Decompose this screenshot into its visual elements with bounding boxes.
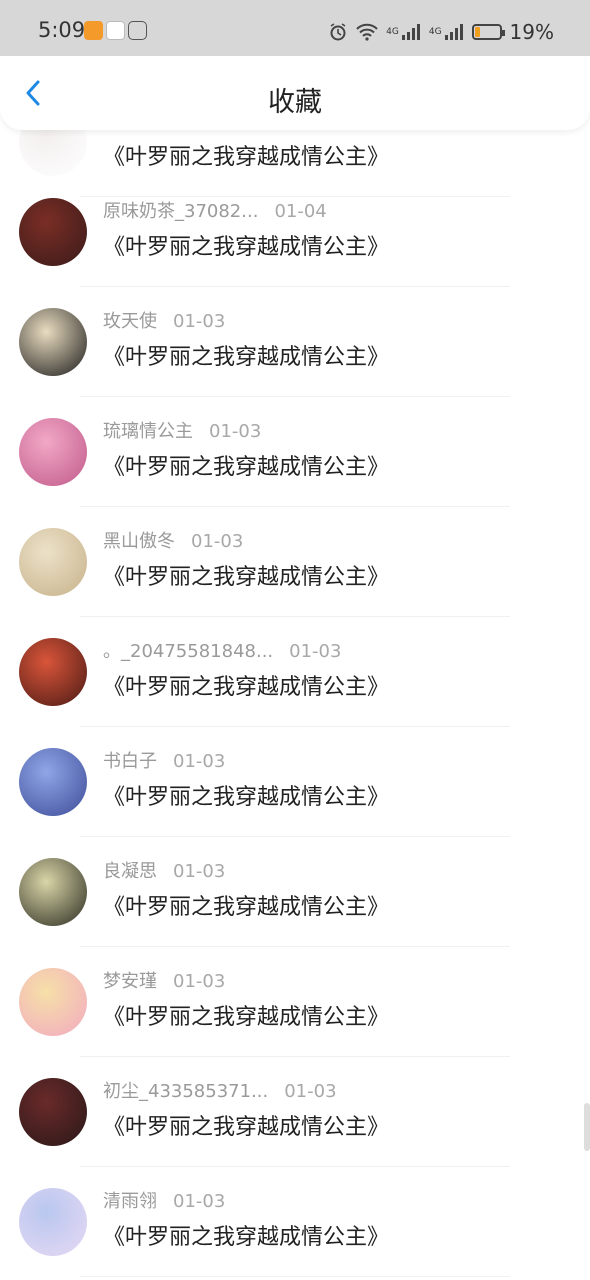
video-app-icon — [84, 21, 103, 40]
username[interactable]: 玫天使 — [103, 311, 157, 332]
notification-icons — [84, 21, 147, 40]
list-item[interactable]: 初尘_433585371... 01-03 《叶罗丽之我穿越成情公主》 — [0, 1057, 590, 1167]
username[interactable]: 琉璃情公主 — [103, 421, 193, 442]
list-item[interactable]: 梦安瑾 01-03 《叶罗丽之我穿越成情公主》 — [0, 947, 590, 1057]
scrollbar[interactable] — [584, 1103, 590, 1151]
date: 01-03 — [289, 641, 342, 662]
username[interactable]: 书白子 — [103, 751, 157, 772]
username[interactable]: 梦安瑾 — [103, 971, 157, 992]
avatar[interactable] — [19, 308, 87, 376]
username[interactable]: 良凝思 — [103, 861, 157, 882]
list-item[interactable]: 良凝思 01-03 《叶罗丽之我穿越成情公主》 — [0, 837, 590, 947]
item-meta: 。_20475581848... 01-03 — [103, 637, 341, 663]
app-header: 收藏 — [0, 56, 590, 130]
date: 01-03 — [173, 311, 226, 332]
book-title[interactable]: 《叶罗丽之我穿越成情公主》 — [103, 669, 389, 701]
status-bar: 5:09 4G 4G 19% — [0, 0, 590, 62]
list-item[interactable]: 书白子 01-03 《叶罗丽之我穿越成情公主》 — [0, 727, 590, 837]
list-item[interactable]: 原味奶茶_37082... 01-04 《叶罗丽之我穿越成情公主》 — [0, 177, 590, 287]
date: 01-04 — [274, 201, 327, 222]
page-title: 收藏 — [268, 87, 322, 118]
username[interactable]: 清雨翎 — [103, 1191, 157, 1212]
date: 01-03 — [173, 751, 226, 772]
item-meta: 梦安瑾 01-03 — [103, 967, 225, 993]
list-item[interactable]: 清雨翎 01-03 《叶罗丽之我穿越成情公主》 — [0, 1167, 590, 1277]
battery-icon — [471, 24, 505, 40]
book-title[interactable]: 《叶罗丽之我穿越成情公主》 — [103, 449, 389, 481]
alarm-icon — [330, 23, 346, 41]
book-title[interactable]: 《叶罗丽之我穿越成情公主》 — [103, 139, 389, 171]
book-title[interactable]: 《叶罗丽之我穿越成情公主》 — [103, 779, 389, 811]
avatar[interactable] — [19, 858, 87, 926]
username[interactable]: 黑山傲冬 — [103, 531, 175, 552]
book-title[interactable]: 《叶罗丽之我穿越成情公主》 — [103, 229, 389, 261]
item-meta: 良凝思 01-03 — [103, 857, 225, 883]
avatar[interactable] — [19, 198, 87, 266]
hand-app-icon — [128, 21, 147, 40]
list-item[interactable]: 玫天使 01-03 《叶罗丽之我穿越成情公主》 — [0, 287, 590, 397]
lightbulb-app-icon — [106, 21, 125, 40]
status-indicators: 4G 4G 19% — [328, 20, 554, 44]
item-meta: 黑山傲冬 01-03 — [103, 527, 243, 553]
username[interactable]: 原味奶茶_37082... — [103, 201, 258, 222]
signal-icon — [401, 24, 420, 40]
date: 01-03 — [209, 421, 262, 442]
avatar[interactable] — [19, 528, 87, 596]
signal-icon — [444, 24, 463, 40]
list-item[interactable]: 。_20475581848... 01-03 《叶罗丽之我穿越成情公主》 — [0, 617, 590, 727]
book-title[interactable]: 《叶罗丽之我穿越成情公主》 — [103, 339, 389, 371]
username[interactable]: 。_20475581848... — [103, 641, 273, 662]
item-meta: 琉璃情公主 01-03 — [103, 417, 261, 443]
book-title[interactable]: 《叶罗丽之我穿越成情公主》 — [103, 889, 389, 921]
status-time: 5:09 — [38, 18, 86, 42]
date: 01-03 — [284, 1081, 337, 1102]
book-title[interactable]: 《叶罗丽之我穿越成情公主》 — [103, 1219, 389, 1251]
date: 01-03 — [173, 1191, 226, 1212]
book-title[interactable]: 《叶罗丽之我穿越成情公主》 — [103, 999, 389, 1031]
wifi-icon — [356, 23, 378, 41]
battery-level — [474, 27, 480, 37]
list-item[interactable]: 琉璃情公主 01-03 《叶罗丽之我穿越成情公主》 — [0, 397, 590, 507]
network-type: 4G — [386, 27, 399, 37]
book-title[interactable]: 《叶罗丽之我穿越成情公主》 — [103, 1109, 389, 1141]
avatar[interactable] — [19, 748, 87, 816]
divider — [80, 1276, 510, 1277]
item-meta: 初尘_433585371... 01-03 — [103, 1077, 337, 1103]
avatar[interactable] — [19, 1188, 87, 1256]
network-type: 4G — [428, 27, 442, 37]
item-meta: 清雨翎 01-03 — [103, 1187, 225, 1213]
date: 01-03 — [191, 531, 244, 552]
avatar[interactable] — [19, 968, 87, 1036]
username[interactable]: 初尘_433585371... — [103, 1081, 268, 1102]
list-item[interactable]: 黑山傲冬 01-03 《叶罗丽之我穿越成情公主》 — [0, 507, 590, 617]
avatar[interactable] — [19, 638, 87, 706]
book-title[interactable]: 《叶罗丽之我穿越成情公主》 — [103, 559, 389, 591]
date: 01-03 — [173, 861, 226, 882]
item-meta: 玫天使 01-03 — [103, 307, 225, 333]
battery-percent: 19% — [509, 20, 554, 44]
avatar[interactable] — [19, 1078, 87, 1146]
date: 01-03 — [173, 971, 226, 992]
item-meta: 书白子 01-03 — [103, 747, 225, 773]
item-meta: 原味奶茶_37082... 01-04 — [103, 197, 327, 223]
avatar[interactable] — [19, 418, 87, 486]
